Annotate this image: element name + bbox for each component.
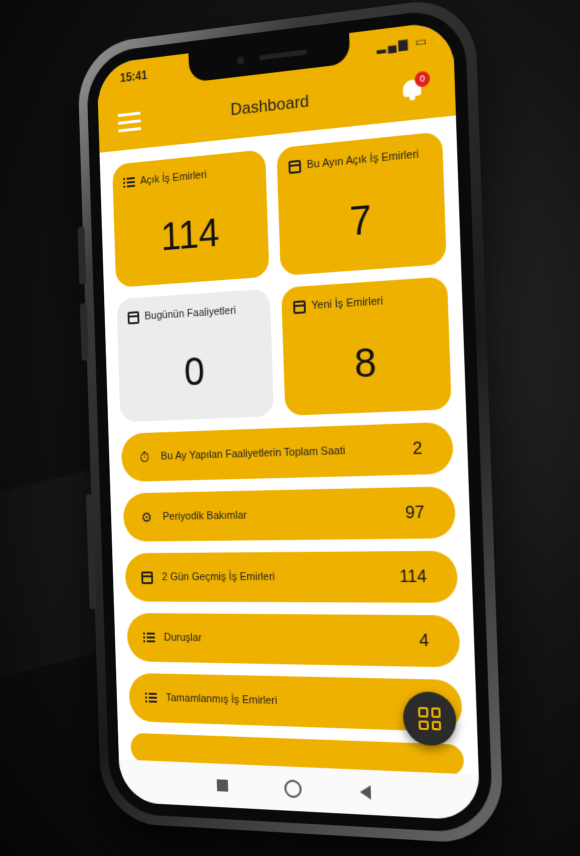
card-label: Bugünün Faaliyetleri (144, 304, 237, 323)
row-periodic-maintenance[interactable]: ⚙ Periyodik Bakımlar 97 (122, 486, 457, 542)
summary-cards: Açık İş Emirleri 114 Bu Ayın Açık İş Emi… (112, 131, 452, 423)
row-label: Tamamlanmış İş Emirleri (165, 692, 278, 708)
qr-code-icon (417, 706, 442, 731)
phone-frame: 15:41 ▂▄▆ ▭ Dashboard 0 Açık İş Emirleri… (76, 0, 505, 846)
card-label: Açık İş Emirleri (140, 169, 207, 188)
calendar-icon (293, 300, 306, 315)
dashboard-content: Açık İş Emirleri 114 Bu Ayın Açık İş Emi… (100, 115, 479, 777)
row-overdue-work-orders[interactable]: 2 Gün Geçmiş İş Emirleri 114 (124, 550, 459, 603)
speaker-grille (259, 49, 307, 61)
calendar-icon (127, 311, 140, 325)
row-monthly-activity-hours[interactable]: ⏱ Bu Ay Yapılan Faaliyetlerin Toplam Saa… (120, 421, 454, 482)
checklist-icon (145, 691, 157, 704)
stopwatch-icon: ⏱ (139, 448, 150, 465)
row-label: Periyodik Bakımlar (162, 509, 248, 523)
row-label: 2 Gün Geçmiş İş Emirleri (161, 571, 275, 584)
card-value: 0 (183, 350, 206, 395)
card-month-open-work-orders[interactable]: Bu Ayın Açık İş Emirleri 7 (276, 131, 447, 276)
card-value: 8 (353, 340, 378, 387)
row-value: 4 (418, 630, 430, 651)
checklist-icon (123, 176, 136, 190)
row-downtimes[interactable]: Duruşlar 4 (126, 613, 461, 668)
recent-apps-icon[interactable] (216, 779, 228, 792)
back-icon[interactable] (359, 784, 371, 800)
row-value: 114 (398, 566, 428, 587)
volume-up-button (77, 226, 87, 285)
card-value: 114 (160, 211, 220, 260)
card-label: Bu Ayın Açık İş Emirleri (306, 148, 420, 172)
calendar-icon (141, 570, 154, 584)
card-label: Yeni İş Emirleri (311, 295, 384, 312)
home-icon[interactable] (283, 779, 302, 799)
card-open-work-orders[interactable]: Açık İş Emirleri 114 (112, 149, 270, 288)
camera-icon (236, 56, 245, 66)
card-new-work-orders[interactable]: Yeni İş Emirleri 8 (281, 276, 452, 416)
screen: 15:41 ▂▄▆ ▭ Dashboard 0 Açık İş Emirleri… (96, 20, 481, 821)
row-label: Duruşlar (163, 631, 202, 645)
checklist-icon (143, 631, 156, 644)
card-today-activities[interactable]: Bugünün Faaliyetleri 0 (116, 288, 274, 423)
status-time: 15:41 (119, 68, 148, 86)
bell-icon[interactable]: 0 (400, 70, 431, 104)
volume-down-button (79, 303, 89, 361)
row-label: Bu Ay Yapılan Faaliyetlerin Toplam Saati (160, 444, 346, 463)
card-value: 7 (348, 197, 373, 245)
row-value: 2 (412, 438, 423, 459)
row-value: 97 (405, 502, 425, 523)
calendar-icon (288, 159, 302, 175)
signal-battery-icon: ▂▄▆ ▭ (376, 33, 429, 55)
gear-icon: ⚙ (140, 508, 153, 525)
